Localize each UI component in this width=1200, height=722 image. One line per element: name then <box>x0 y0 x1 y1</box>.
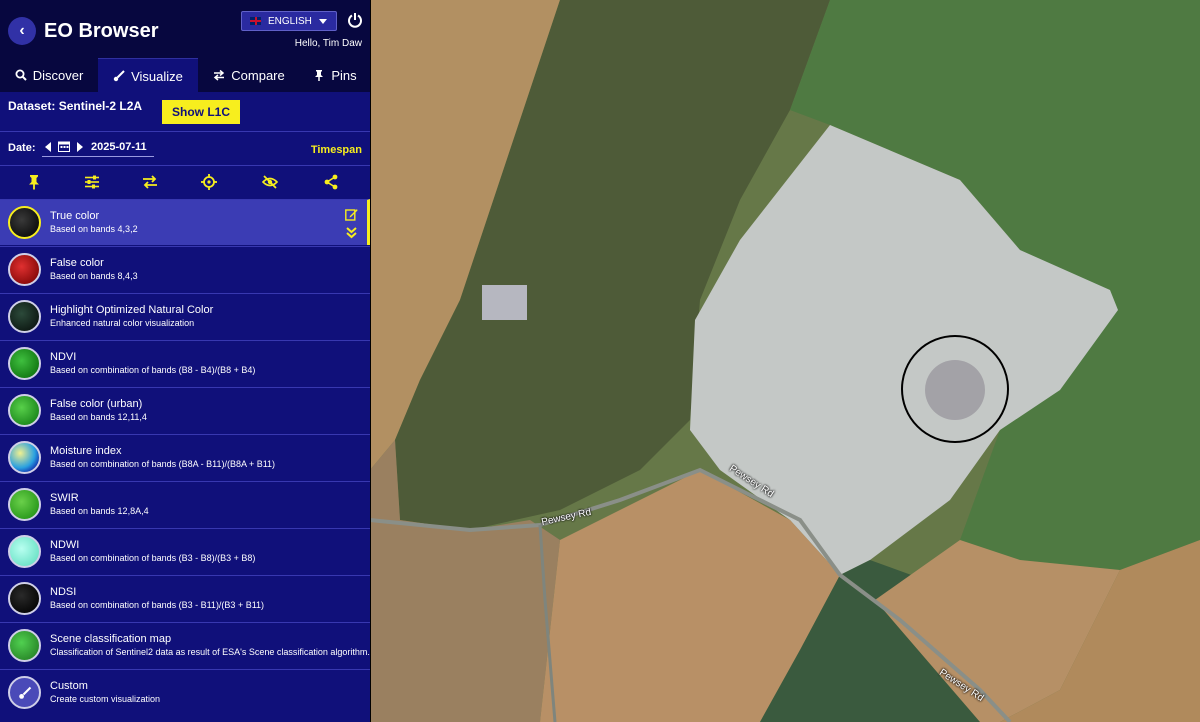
layer-item-custom[interactable]: Custom Create custom visualization <box>0 669 370 715</box>
side-panel: ‹ EO Browser ENGLISH Hello, Tim Daw Disc… <box>0 0 371 722</box>
layer-description: Based on combination of bands (B3 - B11)… <box>50 600 265 610</box>
compare-arrows-icon[interactable] <box>142 174 158 190</box>
layer-description: Classification of Sentinel2 data as resu… <box>50 647 370 657</box>
layer-name: NDWI <box>50 539 80 551</box>
app-title: EO Browser <box>44 20 159 42</box>
tab-discover[interactable]: Discover <box>0 58 98 92</box>
layer-thumbnail <box>8 441 41 474</box>
layer-item-true-color[interactable]: True color Based on bands 4,3,2 <box>0 199 370 245</box>
calendar-icon[interactable] <box>58 140 70 152</box>
layer-item-ndvi[interactable]: NDVI Based on combination of bands (B8 -… <box>0 340 370 386</box>
date-picker[interactable]: 2025-07-11 <box>42 139 154 157</box>
chevron-left-icon: ‹ <box>19 22 25 39</box>
settings-sliders-icon[interactable] <box>84 174 100 190</box>
date-label: Date: <box>8 142 36 154</box>
tab-bar: Discover Visualize Compare Pins <box>0 58 370 93</box>
layer-toolbar <box>0 166 370 198</box>
divider <box>0 131 370 132</box>
layer-name: Highlight Optimized Natural Color <box>50 304 214 316</box>
crop-mark <box>925 360 985 420</box>
layer-name: Custom <box>50 680 88 692</box>
brush-icon <box>113 70 125 82</box>
collapse-panel-button[interactable]: ‹ <box>8 17 36 45</box>
layer-name: False color <box>50 257 104 269</box>
layer-description: Based on bands 4,3,2 <box>50 224 138 234</box>
tab-label: Visualize <box>131 68 183 84</box>
dataset-row: Dataset: Sentinel-2 L2A <box>8 99 142 113</box>
layer-description: Based on combination of bands (B8A - B11… <box>50 459 276 469</box>
layer-description: Based on combination of bands (B3 - B8)/… <box>50 553 256 563</box>
brush-icon <box>18 686 31 699</box>
user-greeting: Hello, Tim Daw <box>294 38 362 49</box>
layer-name: Moisture index <box>50 445 122 457</box>
dataset-name: Sentinel-2 L2A <box>58 99 143 113</box>
layer-item-ndwi[interactable]: NDWI Based on combination of bands (B3 -… <box>0 528 370 574</box>
language-select[interactable]: ENGLISH <box>241 11 337 31</box>
tab-label: Discover <box>32 67 84 83</box>
layer-item-false-color[interactable]: False color Based on bands 8,4,3 <box>0 246 370 292</box>
layer-thumbnail <box>8 347 41 380</box>
timespan-link[interactable]: Timespan <box>311 144 362 156</box>
layer-thumbnail <box>8 206 41 239</box>
layer-item-swir[interactable]: SWIR Based on bands 12,8A,4 <box>0 481 370 527</box>
pin-icon <box>315 70 324 81</box>
layer-item-scene-classification[interactable]: Scene classification map Classification … <box>0 622 370 668</box>
layer-description: Based on bands 12,8A,4 <box>50 506 149 516</box>
chevron-double-down-icon[interactable] <box>345 226 358 239</box>
date-value: 2025-07-11 <box>91 141 147 153</box>
layer-name: True color <box>50 210 100 222</box>
layer-name: False color (urban) <box>50 398 143 410</box>
show-l1c-button[interactable]: Show L1C <box>162 100 240 124</box>
search-icon <box>15 69 27 81</box>
layer-name: Scene classification map <box>50 633 172 645</box>
layer-thumbnail <box>8 629 41 662</box>
layer-thumbnail <box>8 535 41 568</box>
share-icon[interactable] <box>323 174 339 190</box>
layer-description: Enhanced natural color visualization <box>50 318 195 328</box>
layer-thumbnail <box>8 488 41 521</box>
farm-buildings <box>482 285 527 320</box>
layer-name: NDSI <box>50 586 77 598</box>
uk-flag-icon <box>250 17 261 25</box>
power-icon[interactable] <box>347 12 363 28</box>
caret-right-icon[interactable] <box>76 142 84 152</box>
tab-label: Compare <box>231 67 285 83</box>
layer-item-highlight-optimized[interactable]: Highlight Optimized Natural Color Enhanc… <box>0 293 370 339</box>
layer-description: Based on bands 12,11,4 <box>50 412 147 422</box>
layer-thumbnail <box>8 253 41 286</box>
layer-thumbnail <box>8 582 41 615</box>
layer-item-moisture-index[interactable]: Moisture index Based on combination of b… <box>0 434 370 480</box>
pin-icon[interactable] <box>26 174 42 190</box>
dataset-label: Dataset: <box>8 99 56 113</box>
tab-compare[interactable]: Compare <box>198 58 300 92</box>
layer-description: Create custom visualization <box>50 694 161 704</box>
edit-icon[interactable] <box>345 208 358 221</box>
caret-left-icon[interactable] <box>44 142 52 152</box>
layer-description: Based on bands 8,4,3 <box>50 271 138 281</box>
caret-down-icon <box>319 19 327 24</box>
crosshair-icon[interactable] <box>201 174 217 190</box>
tab-label: Pins <box>331 67 357 83</box>
layer-thumbnail <box>8 300 41 333</box>
tab-pins[interactable]: Pins <box>300 58 370 92</box>
tab-visualize[interactable]: Visualize <box>98 58 198 93</box>
language-label: ENGLISH <box>268 15 312 27</box>
layer-description: Based on combination of bands (B8 - B4)/… <box>50 365 256 375</box>
panel-header: ‹ EO Browser ENGLISH Hello, Tim Daw <box>0 0 370 58</box>
layer-thumbnail <box>8 676 41 709</box>
layer-name: NDVI <box>50 351 77 363</box>
layer-item-false-color-urban[interactable]: False color (urban) Based on bands 12,11… <box>0 387 370 433</box>
compare-icon <box>214 69 225 81</box>
layer-thumbnail <box>8 394 41 427</box>
layer-name: SWIR <box>50 492 79 504</box>
layer-item-ndsi[interactable]: NDSI Based on combination of bands (B3 -… <box>0 575 370 621</box>
hide-eye-icon[interactable] <box>262 174 278 190</box>
